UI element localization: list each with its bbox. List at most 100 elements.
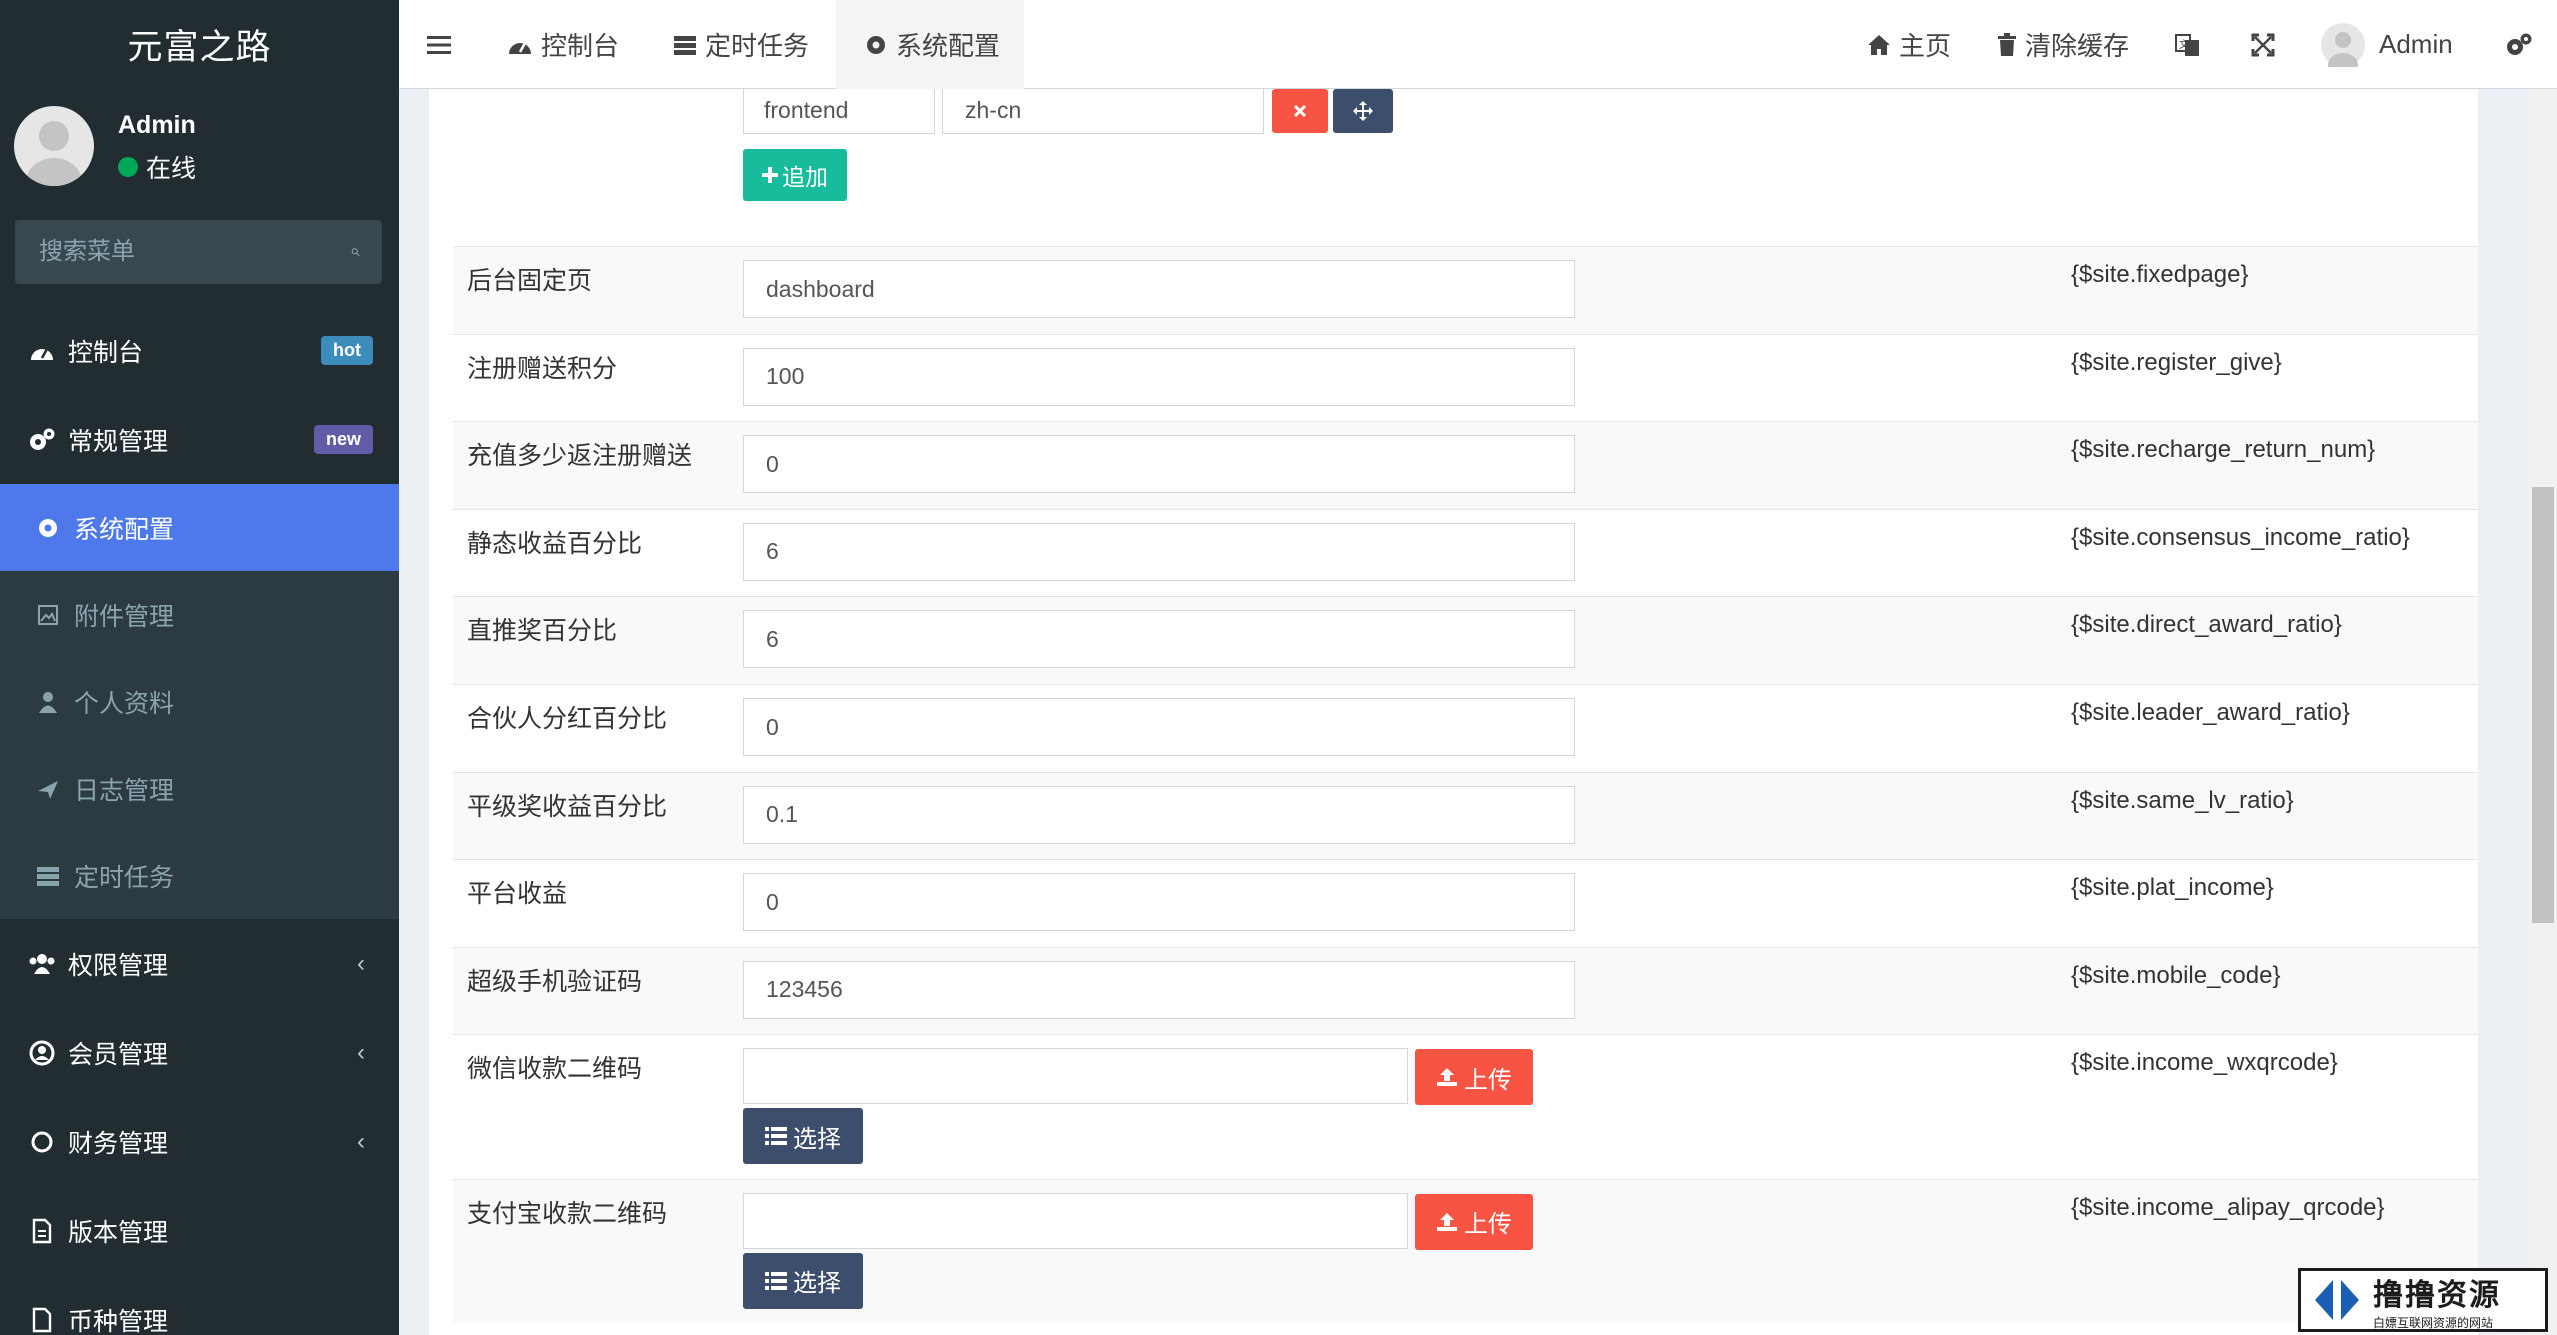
sidebar-item-members[interactable]: 会员管理 ‹	[0, 1008, 399, 1097]
config-input[interactable]: 123456	[743, 960, 1575, 1019]
choose-button[interactable]: 选择	[743, 1252, 863, 1309]
dashboard-icon	[507, 34, 533, 56]
lang-key-input[interactable]: frontend	[743, 89, 935, 134]
config-input[interactable]: 100	[743, 347, 1575, 406]
config-label: 微信收款二维码	[467, 1055, 643, 1084]
upload-label: 上传	[1464, 1066, 1512, 1094]
chevron-left-icon: ‹	[357, 1038, 365, 1066]
tab-dashboard[interactable]: 控制台	[507, 0, 619, 89]
config-label: 充值多少返注册赠送	[467, 442, 693, 471]
upload-button[interactable]: 上传	[1415, 1049, 1533, 1106]
new-badge: new	[313, 425, 373, 454]
home-icon	[1867, 34, 1891, 56]
fullscreen-button[interactable]	[2251, 0, 2275, 89]
sidebar-item-dashboard[interactable]: 控制台 hot	[0, 306, 399, 395]
config-variable: {$site.register_give}	[2071, 348, 2282, 376]
user-circle-icon	[28, 1039, 56, 1067]
user-status: 在线	[118, 149, 196, 185]
config-input[interactable]: 6	[743, 522, 1575, 581]
choose-button[interactable]: 选择	[743, 1108, 863, 1165]
drag-row-button[interactable]	[1333, 89, 1393, 133]
config-input[interactable]: 0.1	[743, 785, 1575, 844]
sidebar-item-label: 个人资料	[74, 689, 175, 718]
tasks-icon	[34, 862, 62, 890]
config-input[interactable]: 0	[743, 873, 1575, 932]
sidebar-item-label: 控制台	[68, 338, 144, 367]
config-input[interactable]: 0	[743, 698, 1575, 756]
config-form: frontend zh-cn 追加 后台固定页 dashboard {$site.f…	[429, 89, 2478, 1335]
tab-system-config[interactable]: 系统配置	[836, 0, 1024, 89]
cogs-icon	[2507, 33, 2532, 55]
upload-button[interactable]: 上传	[1415, 1193, 1533, 1250]
watermark-logo-icon	[2315, 1280, 2359, 1320]
control-sidebar-button[interactable]	[2505, 0, 2533, 89]
lang-value-input[interactable]: zh-cn	[942, 89, 1264, 134]
config-input[interactable]: 0	[743, 435, 1575, 494]
image-icon	[34, 601, 62, 629]
hamburger-icon	[427, 35, 451, 54]
sidebar-toggle-button[interactable]	[427, 0, 451, 89]
language-button[interactable]: 文	[2175, 0, 2201, 89]
app-logo[interactable]: 元富之路	[0, 0, 399, 89]
config-row: 平台收益 0 {$site.plat_income}	[453, 859, 2478, 947]
avatar-icon	[2321, 22, 2365, 67]
sidebar-item-cron[interactable]: 定时任务	[0, 832, 399, 919]
tab-cron[interactable]: 定时任务	[673, 0, 809, 89]
gear-icon	[34, 514, 62, 542]
sidebar-item-logs[interactable]: 日志管理	[0, 745, 399, 832]
chevron-left-icon: ‹	[357, 949, 365, 977]
avatar	[14, 106, 94, 186]
user-name: Admin	[118, 111, 196, 139]
config-row: 合伙人分红百分比 0 {$site.leader_award_ratio}	[453, 684, 2478, 772]
list-icon	[765, 1271, 787, 1290]
watermark-logo: 撸撸资源 白嫖互联网资源的网站	[2298, 1268, 2548, 1332]
sidebar-item-attachments[interactable]: 附件管理	[0, 571, 399, 658]
plane-icon	[34, 775, 62, 803]
config-label: 直推奖百分比	[467, 617, 618, 646]
clear-cache-button[interactable]: 清除缓存	[1997, 0, 2129, 89]
remove-row-button[interactable]	[1272, 89, 1328, 133]
config-label: 支付宝收款二维码	[467, 1199, 668, 1228]
user-menu-label: Admin	[2379, 29, 2453, 59]
config-variable: {$site.same_lv_ratio}	[2071, 786, 2294, 814]
submenu-general: 系统配置 附件管理 个人资料 日志管理 定时任务	[0, 484, 399, 919]
sidebar-item-profile[interactable]: 个人资料	[0, 658, 399, 745]
config-label: 平级奖收益百分比	[467, 792, 668, 821]
config-row: 平级奖收益百分比 0.1 {$site.same_lv_ratio}	[453, 771, 2478, 860]
upload-row: 支付宝收款二维码 上传 选择 {$site.income_alipay_qrcode}	[453, 1178, 2478, 1324]
sidebar-item-system-config[interactable]: 系统配置	[0, 484, 399, 571]
image-path-input[interactable]	[743, 1048, 1408, 1105]
sidebar: 元富之路 Admin 在线 控制台 hot	[0, 0, 399, 1335]
user-menu[interactable]: Admin	[2321, 0, 2453, 89]
config-input[interactable]: dashboard	[743, 260, 1575, 318]
sidebar-item-finance[interactable]: 财务管理 ‹	[0, 1097, 399, 1186]
svg-text:文: 文	[2179, 38, 2189, 51]
language-icon: 文	[2175, 33, 2199, 56]
sidebar-item-currency[interactable]: 币种管理	[0, 1275, 399, 1335]
sidebar-item-permissions[interactable]: 权限管理 ‹	[0, 919, 399, 1008]
config-label: 后台固定页	[467, 267, 593, 295]
sidebar-item-versions[interactable]: 版本管理	[0, 1186, 399, 1275]
scrollbar-thumb[interactable]	[2532, 487, 2554, 923]
menu-search-input[interactable]	[37, 237, 351, 267]
config-row: 超级手机验证码 123456 {$site.mobile_code}	[453, 946, 2478, 1035]
home-link[interactable]: 主页	[1867, 0, 1951, 89]
sidebar-item-label: 会员管理	[68, 1040, 169, 1069]
append-row-button[interactable]: 追加	[743, 149, 847, 201]
tab-label: 系统配置	[896, 31, 1001, 61]
sidebar-item-label: 附件管理	[74, 602, 175, 631]
choose-label: 选择	[793, 1125, 841, 1153]
vertical-scrollbar[interactable]	[2529, 89, 2557, 1335]
watermark-subtitle: 白嫖互联网资源的网站	[2373, 1315, 2494, 1330]
search-icon[interactable]	[351, 240, 360, 264]
cogs-icon	[28, 426, 56, 454]
sidebar-item-general[interactable]: 常规管理 new	[0, 395, 399, 484]
config-label: 静态收益百分比	[467, 529, 643, 558]
list-icon	[765, 1127, 787, 1146]
config-variable: {$site.fixedpage}	[2071, 261, 2249, 288]
image-path-input[interactable]	[743, 1192, 1408, 1249]
choose-label: 选择	[793, 1270, 841, 1298]
user-icon	[34, 688, 62, 716]
config-variable: {$site.income_wxqrcode}	[2071, 1049, 2338, 1077]
config-input[interactable]: 6	[743, 610, 1575, 669]
